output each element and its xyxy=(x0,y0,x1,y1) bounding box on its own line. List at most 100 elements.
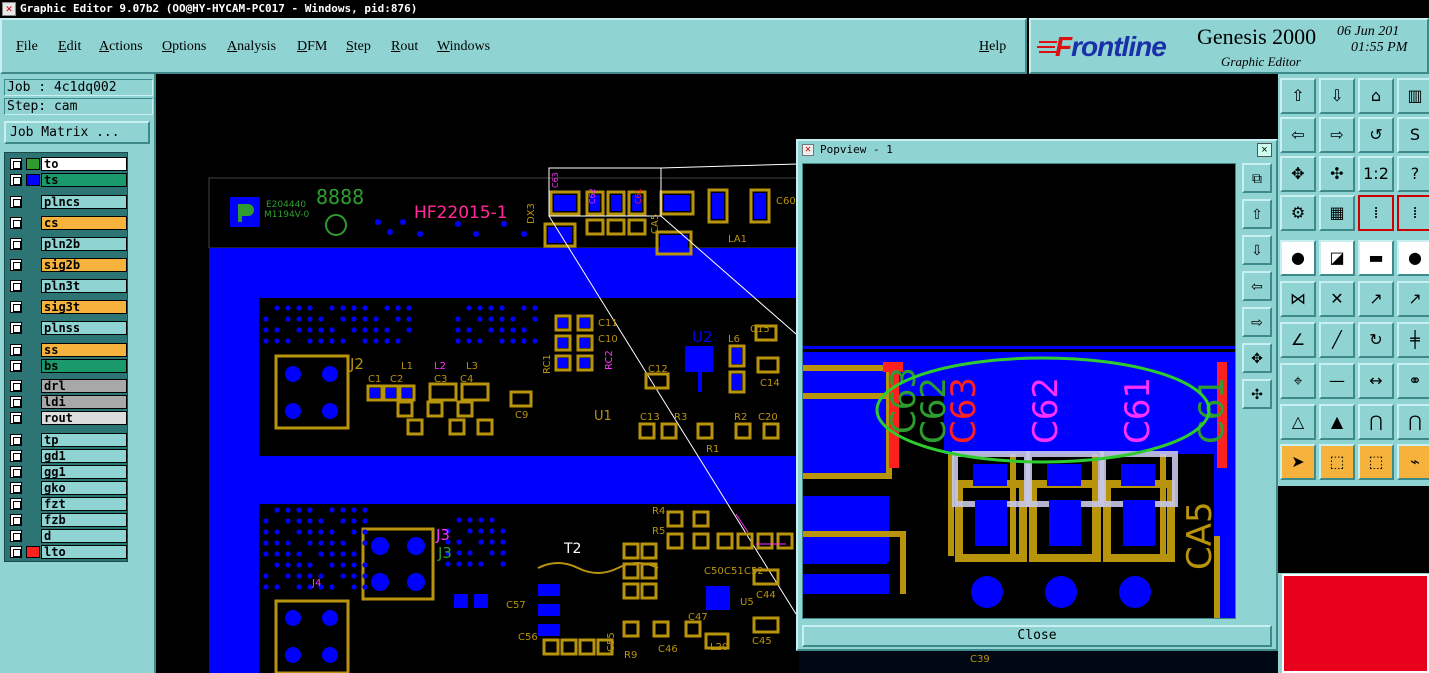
menu-dfm[interactable]: DFM xyxy=(297,39,327,55)
layer-checkbox[interactable] xyxy=(10,514,22,526)
select-pointer-icon[interactable]: ➤ xyxy=(1280,444,1316,480)
layer-checkbox[interactable] xyxy=(10,217,22,229)
layer-row-pln3t[interactable]: pln3t xyxy=(7,279,127,293)
layer-checkbox[interactable] xyxy=(10,196,22,208)
layer-name[interactable]: plnss xyxy=(41,321,127,335)
layer-name[interactable]: ldi xyxy=(41,395,127,409)
connect-nodes-icon[interactable]: ⋈ xyxy=(1280,281,1316,317)
menu-help[interactable]: Help xyxy=(979,39,1006,55)
popview-tool-zoom-in-icon[interactable]: ✥ xyxy=(1242,343,1272,373)
symbol-icon[interactable]: ╪ xyxy=(1397,322,1429,358)
measure-span-icon[interactable]: ↔ xyxy=(1358,363,1394,399)
layer-checkbox[interactable] xyxy=(10,466,22,478)
popview-close-icon[interactable]: × xyxy=(1257,143,1272,157)
measure-point-icon[interactable]: ⌖ xyxy=(1280,363,1316,399)
arch-tool-alt-icon[interactable]: ⋂ xyxy=(1397,404,1429,440)
layer-checkbox[interactable] xyxy=(10,396,22,408)
layer-row-gko[interactable]: gko xyxy=(7,481,127,495)
line-draw-icon[interactable]: ╱ xyxy=(1319,322,1355,358)
popview-tool-pan-down-icon[interactable]: ⇩ xyxy=(1242,235,1272,265)
s-tool-icon[interactable]: S xyxy=(1397,117,1429,153)
layer-row-to[interactable]: to xyxy=(7,157,127,171)
select-net-icon[interactable]: ⌁ xyxy=(1397,444,1429,480)
menu-options[interactable]: Options xyxy=(162,39,206,55)
layer-checkbox[interactable] xyxy=(10,360,22,372)
popview-tool-pan-right-icon[interactable]: ⇨ xyxy=(1242,307,1272,337)
layer-name[interactable]: bs xyxy=(41,359,127,373)
layer-name[interactable]: plncs xyxy=(41,195,127,209)
popview-tool-zoom-home-icon[interactable]: ⇧ xyxy=(1242,199,1272,229)
layer-color-swatch[interactable] xyxy=(26,158,40,170)
layer-name[interactable]: ss xyxy=(41,343,127,357)
layer-row-tp[interactable]: tp xyxy=(7,433,127,447)
angle-icon[interactable]: ∠ xyxy=(1280,322,1316,358)
layer-name[interactable]: pln3t xyxy=(41,279,127,293)
layer-checkbox[interactable] xyxy=(10,259,22,271)
layer-color-swatch[interactable] xyxy=(26,546,40,558)
layer-row-drl[interactable]: drl xyxy=(7,379,127,393)
layer-name[interactable]: d xyxy=(41,529,127,543)
refresh-icon[interactable]: ↺ xyxy=(1358,117,1394,153)
layer-name[interactable]: cs xyxy=(41,216,127,230)
menu-edit[interactable]: Edit xyxy=(58,39,81,55)
zoom-down-icon[interactable]: ⇩ xyxy=(1319,78,1355,114)
layer-checkbox[interactable] xyxy=(10,530,22,542)
layer-checkbox[interactable] xyxy=(10,280,22,292)
zoom-home-icon[interactable]: ⇧ xyxy=(1280,78,1316,114)
pan-right-icon[interactable]: ⇨ xyxy=(1319,117,1355,153)
layer-name[interactable]: rout xyxy=(41,411,127,425)
layer-name[interactable]: to xyxy=(41,157,127,171)
job-field[interactable]: Job : 4c1dq002 xyxy=(4,79,153,96)
color-swatch-preview[interactable] xyxy=(1282,574,1429,673)
point-link-icon[interactable]: ↗ xyxy=(1358,281,1394,317)
popview-tool-zoom-out-icon[interactable]: ✣ xyxy=(1242,379,1272,409)
layer-checkbox[interactable] xyxy=(10,344,22,356)
cross-nodes-icon[interactable]: ✕ xyxy=(1319,281,1355,317)
measure-line-icon[interactable]: — xyxy=(1319,363,1355,399)
layer-row-ldi[interactable]: ldi xyxy=(7,395,127,409)
scale-1-2-icon[interactable]: 1:2 xyxy=(1358,156,1394,192)
layer-checkbox[interactable] xyxy=(10,450,22,462)
layer-row-fzb[interactable]: fzb xyxy=(7,513,127,527)
layer-row-sig2b[interactable]: sig2b xyxy=(7,258,127,272)
layer-name[interactable]: gko xyxy=(41,481,127,495)
layer-name[interactable]: gd1 xyxy=(41,449,127,463)
step-field[interactable]: Step: cam xyxy=(4,98,153,115)
popview-tool-pan-left-icon[interactable]: ⇦ xyxy=(1242,271,1272,301)
layer-row-lto[interactable]: lto xyxy=(7,545,127,559)
layer-row-gd1[interactable]: gd1 xyxy=(7,449,127,463)
measure-pads-icon[interactable]: ⚭ xyxy=(1397,363,1429,399)
ruler-icon[interactable]: ▬ xyxy=(1358,240,1394,276)
point-link-alt-icon[interactable]: ↗ xyxy=(1397,281,1429,317)
layer-name[interactable]: gg1 xyxy=(41,465,127,479)
snap-points-icon[interactable]: ⁞ xyxy=(1358,195,1394,231)
layer-name[interactable]: drl xyxy=(41,379,127,393)
job-matrix-button[interactable]: Job Matrix ... xyxy=(4,121,150,144)
layer-name[interactable]: sig3t xyxy=(41,300,127,314)
pan-left-icon[interactable]: ⇦ xyxy=(1280,117,1316,153)
layer-name[interactable]: fzb xyxy=(41,513,127,527)
layer-checkbox[interactable] xyxy=(10,322,22,334)
layer-name[interactable]: tp xyxy=(41,433,127,447)
select-box-alt-icon[interactable]: ⬚ xyxy=(1358,444,1394,480)
zoom-area-icon[interactable]: ✣ xyxy=(1319,156,1355,192)
layer-name[interactable]: lto xyxy=(41,545,127,559)
layer-checkbox[interactable] xyxy=(10,158,22,170)
menu-windows[interactable]: Windows xyxy=(437,39,490,55)
triangle-tool-icon[interactable]: △ xyxy=(1280,404,1316,440)
layer-row-bs[interactable]: bs xyxy=(7,359,127,373)
layer-row-sig3t[interactable]: sig3t xyxy=(7,300,127,314)
layer-name[interactable]: sig2b xyxy=(41,258,127,272)
layer-checkbox[interactable] xyxy=(10,482,22,494)
popview-title-bar[interactable]: ✕ Popview - 1 xyxy=(798,141,1276,159)
layer-name[interactable]: pln2b xyxy=(41,237,127,251)
popview-app-icon[interactable]: ✕ xyxy=(802,144,814,156)
menu-file[interactable]: File xyxy=(16,39,38,55)
menu-step[interactable]: Step xyxy=(346,39,371,55)
snap-points-alt-icon[interactable]: ⁞ xyxy=(1397,195,1429,231)
layer-row-gg1[interactable]: gg1 xyxy=(7,465,127,479)
home-icon[interactable]: ⌂ xyxy=(1358,78,1394,114)
popview-close-button[interactable]: Close xyxy=(802,625,1272,647)
layer-row-ts[interactable]: ts xyxy=(7,173,127,187)
layer-checkbox[interactable] xyxy=(10,498,22,510)
